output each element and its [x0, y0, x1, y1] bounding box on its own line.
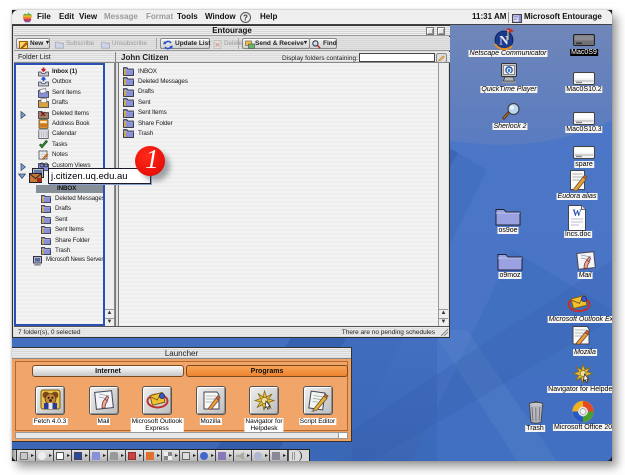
svg-text:Q: Q: [506, 68, 511, 75]
svg-text:W: W: [573, 208, 582, 218]
svg-text:?: ?: [243, 13, 248, 22]
